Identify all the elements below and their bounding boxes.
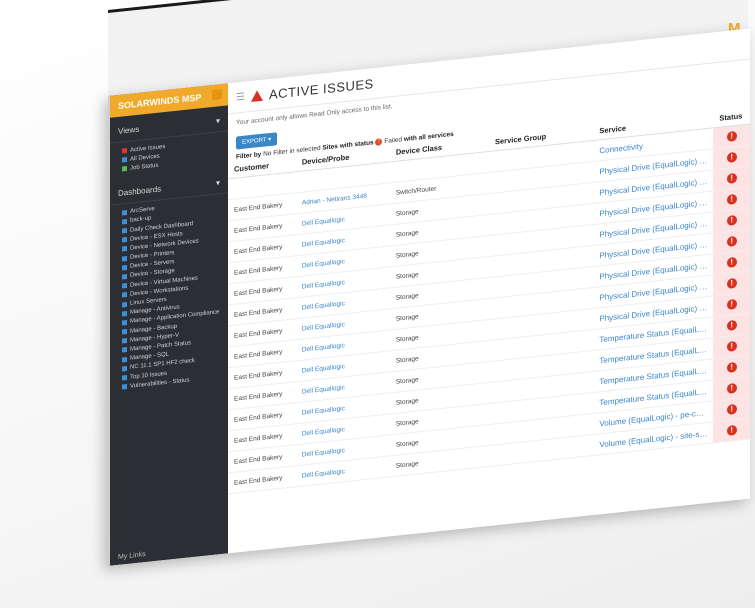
sidebar: SOLARWINDS MSP Views ▾ Active Issues All … bbox=[110, 83, 228, 566]
views-label: Views bbox=[118, 124, 140, 136]
table-body: Connectivity! East End Bakery Adrian - Net… bbox=[228, 124, 750, 495]
dashboard-icon bbox=[122, 356, 127, 363]
failed-status-icon: ! bbox=[726, 341, 737, 353]
failed-status-icon: ! bbox=[726, 236, 737, 248]
status-icon bbox=[122, 166, 127, 172]
dashboard-icon bbox=[122, 264, 127, 271]
dashboard-icon bbox=[122, 255, 127, 262]
brand-name: SOLARWINDS MSP bbox=[118, 92, 202, 111]
dashboard-icon bbox=[122, 375, 127, 381]
chevron-down-icon: ▾ bbox=[215, 177, 220, 188]
failed-status-icon: ! bbox=[726, 194, 737, 206]
app-screen: SOLARWINDS MSP Views ▾ Active Issues All … bbox=[108, 28, 750, 567]
dashboard-icon bbox=[122, 301, 127, 308]
dashboard-icon bbox=[122, 246, 127, 252]
failed-status-icon: ! bbox=[726, 299, 737, 311]
chevron-down-icon: ▾ bbox=[215, 116, 220, 126]
failed-status-icon: ! bbox=[726, 278, 737, 290]
dashboard-icon bbox=[122, 218, 127, 225]
dashboard-icon bbox=[122, 310, 127, 317]
dashboard-icon bbox=[122, 329, 127, 335]
main-content: ☰ ACTIVE ISSUES Your account only allows… bbox=[228, 28, 750, 554]
dashboard-icon bbox=[122, 365, 127, 372]
sidebar-item-label: Job Status bbox=[130, 162, 159, 172]
dashboard-icon bbox=[122, 347, 127, 353]
page-title: ACTIVE ISSUES bbox=[268, 75, 374, 102]
issues-table: Customer Device/Probe Device Class Servi… bbox=[228, 110, 750, 495]
export-button[interactable]: EXPORT ▾ bbox=[236, 132, 278, 150]
warning-icon bbox=[250, 89, 263, 102]
failed-status-icon: ! bbox=[726, 362, 737, 374]
sidebar-toggle-button[interactable] bbox=[212, 89, 222, 101]
failed-status-icon: ! bbox=[726, 425, 737, 437]
failed-status-icon: ! bbox=[375, 138, 383, 146]
dashboard-icon bbox=[122, 228, 127, 234]
dashboard-icon bbox=[122, 384, 127, 390]
dashboard-icon bbox=[122, 283, 127, 289]
filter-prefix: Filter by bbox=[236, 151, 262, 161]
filter-suffix: with all services bbox=[403, 130, 454, 144]
filter-status[interactable]: Failed bbox=[384, 136, 402, 145]
dashboard-icon bbox=[122, 292, 127, 298]
failed-status-icon: ! bbox=[726, 257, 737, 269]
failed-status-icon: ! bbox=[726, 404, 737, 416]
failed-status-icon: ! bbox=[726, 152, 737, 164]
dashboard-icon bbox=[122, 209, 127, 216]
failed-status-icon: ! bbox=[726, 215, 737, 227]
failed-status-icon: ! bbox=[726, 320, 737, 332]
cell-status[interactable]: ! bbox=[713, 418, 750, 444]
dashboard-icon bbox=[122, 338, 127, 344]
failed-status-icon: ! bbox=[726, 131, 737, 143]
dashboards-label: Dashboards bbox=[118, 183, 162, 198]
dashboard-icon bbox=[122, 319, 127, 326]
dashboard-icon bbox=[122, 237, 127, 243]
menu-icon[interactable]: ☰ bbox=[236, 91, 245, 103]
devices-icon bbox=[122, 157, 127, 163]
warning-icon bbox=[122, 148, 127, 154]
dashboards-list: ArcServe back-up Daily Check Dashboard Devi… bbox=[110, 193, 228, 397]
dashboard-icon bbox=[122, 273, 127, 280]
my-links[interactable]: My Links bbox=[118, 551, 146, 561]
filter-sites-label: Sites with status bbox=[322, 139, 374, 152]
failed-status-icon: ! bbox=[726, 173, 737, 185]
failed-status-icon: ! bbox=[726, 383, 737, 395]
filter-sites[interactable]: No Filter bbox=[263, 148, 288, 158]
filter-mid: in selected bbox=[289, 144, 321, 156]
